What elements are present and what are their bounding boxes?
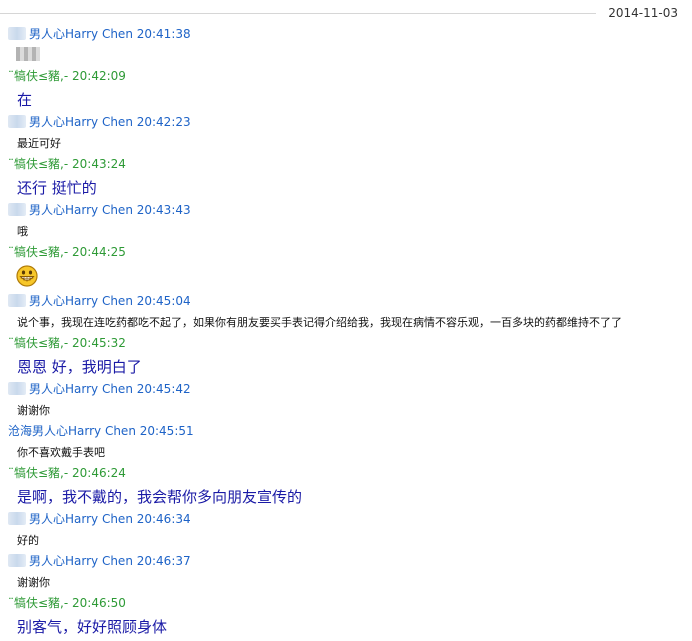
- blurred-name-prefix: [8, 554, 26, 567]
- message-text: 好的: [17, 534, 39, 547]
- message-header: ¨犒伕≤豬,- 20:42:09: [8, 69, 126, 83]
- pixelated-image-message: [16, 47, 40, 61]
- message-text: 你不喜欢戴手表吧: [17, 446, 105, 459]
- date-label: 2014-11-03: [608, 6, 678, 20]
- message-text: 恩恩 好，我明白了: [17, 358, 142, 376]
- message-text: 最近可好: [17, 137, 61, 150]
- message-header: 男人心Harry Chen 20:43:43: [8, 203, 191, 217]
- blurred-name-prefix: [8, 27, 26, 40]
- blurred-name-prefix: [8, 294, 26, 307]
- blurred-name-prefix: [8, 512, 26, 525]
- message-header: 男人心Harry Chen 20:45:04: [8, 294, 191, 308]
- message-header: ¨犒伕≤豬,- 20:46:24: [8, 466, 126, 480]
- message-text: 在: [17, 91, 33, 109]
- message-header: ¨犒伕≤豬,- 20:46:50: [8, 596, 126, 610]
- date-divider-line: [0, 13, 596, 14]
- blurred-name-prefix: [8, 115, 26, 128]
- message-header: ¨犒伕≤豬,- 20:44:25: [8, 245, 126, 259]
- message-header: 男人心Harry Chen 20:42:23: [8, 115, 191, 129]
- message-header: ¨犒伕≤豬,- 20:43:24: [8, 157, 126, 171]
- message-header: 男人心Harry Chen 20:41:38: [8, 27, 191, 41]
- chat-history: 2014-11-03 男人心Harry Chen 20:41:38 ¨犒伕≤豬,…: [0, 0, 692, 641]
- message-header: ¨犒伕≤豬,- 20:45:32: [8, 336, 126, 350]
- message-header: 男人心Harry Chen 20:45:42: [8, 382, 191, 396]
- message-text: 哦: [17, 225, 28, 238]
- grinning-smiley-icon: [16, 265, 38, 287]
- blurred-name-prefix: [8, 382, 26, 395]
- message-text: 谢谢你: [17, 576, 50, 589]
- message-text: 是啊，我不戴的，我会帮你多向朋友宣传的: [17, 488, 303, 506]
- date-separator: 2014-11-03: [0, 0, 692, 26]
- message-header: 沧海男人心Harry Chen 20:45:51: [8, 424, 194, 438]
- message-header: 男人心Harry Chen 20:46:34: [8, 512, 191, 526]
- blurred-name-prefix: [8, 203, 26, 216]
- message-text: 别客气，好好照顾身体: [17, 618, 168, 636]
- message-text: 谢谢你: [17, 404, 50, 417]
- message-text: 说个事，我现在连吃药都吃不起了，如果你有朋友要买手表记得介绍给我，我现在病情不容…: [17, 316, 622, 329]
- message-text: 还行 挺忙的: [17, 179, 97, 197]
- message-header: 男人心Harry Chen 20:46:37: [8, 554, 191, 568]
